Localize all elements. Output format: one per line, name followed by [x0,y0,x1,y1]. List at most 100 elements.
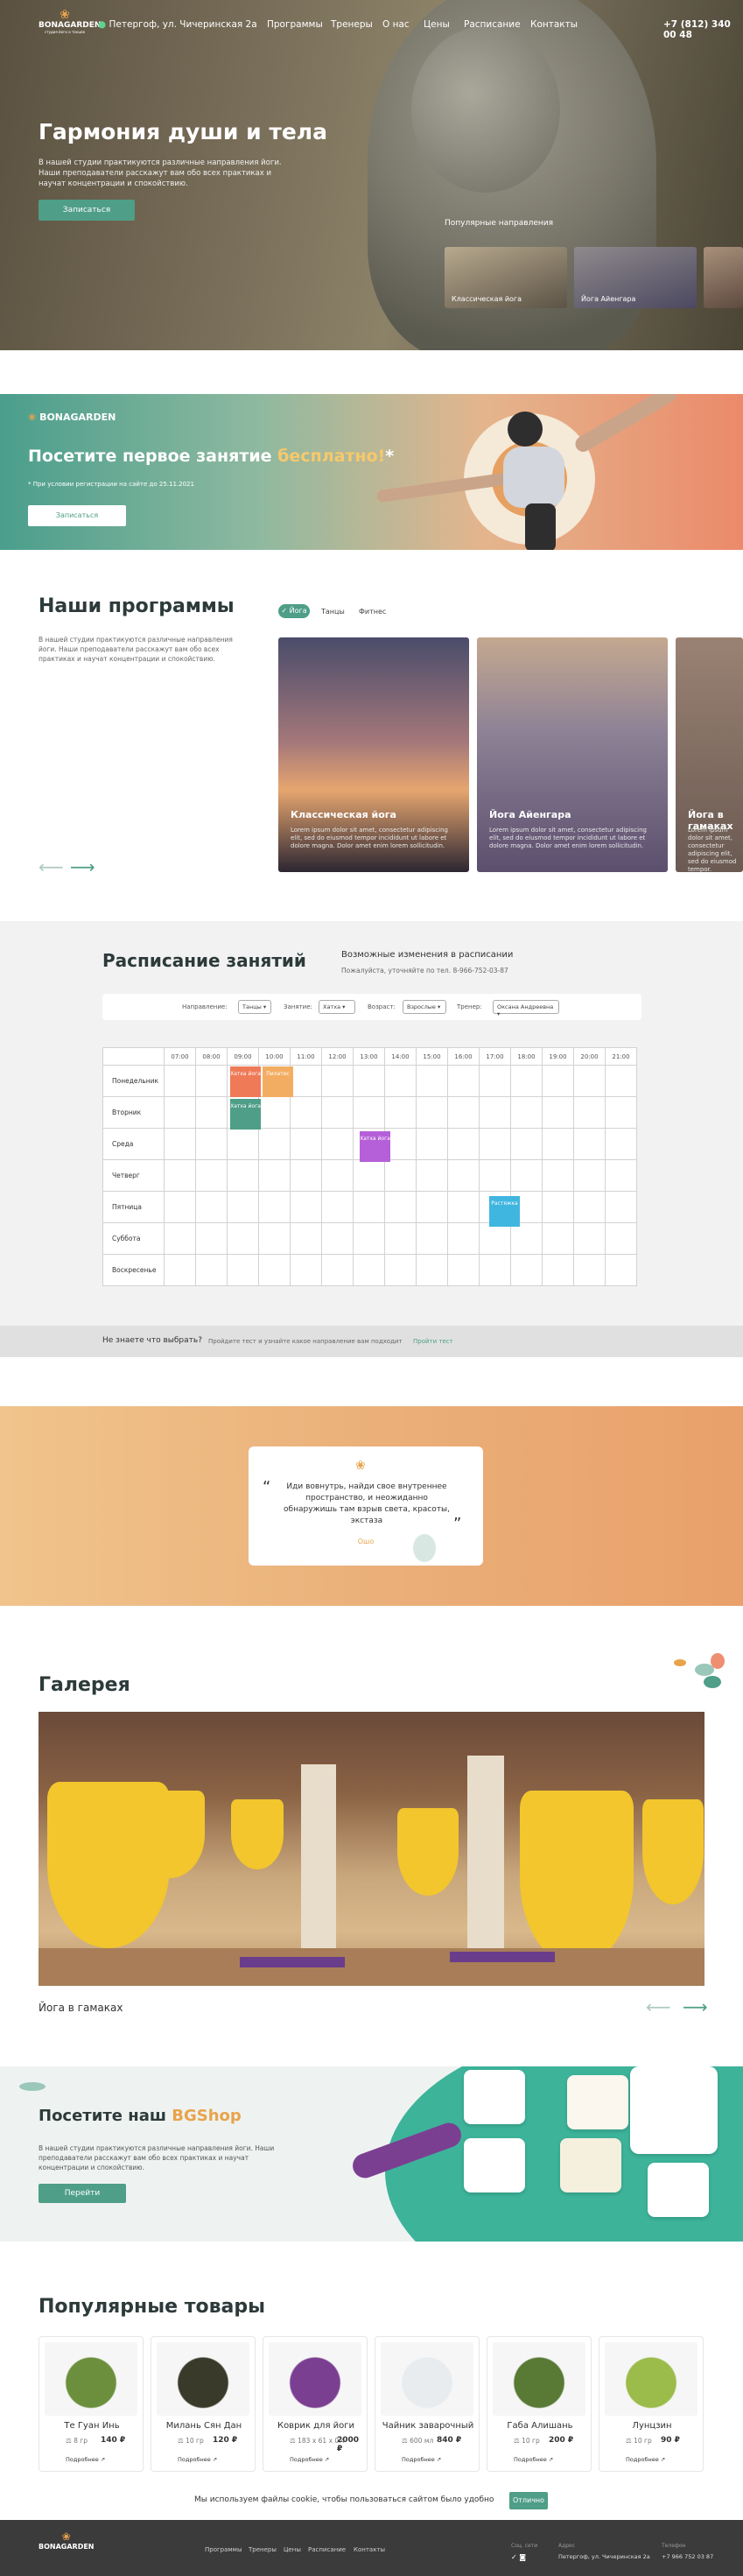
filter-age-select[interactable]: Взрослые ▾ [403,1000,446,1014]
schedule-cell[interactable] [416,1254,448,1286]
schedule-cell[interactable] [510,1254,543,1286]
schedule-cell[interactable] [384,1065,417,1097]
schedule-cell[interactable] [510,1096,543,1129]
schedule-cell[interactable] [479,1254,511,1286]
gallery-image[interactable] [39,1712,704,1986]
footer-logo[interactable]: ❀ BONAGARDEN [39,2530,95,2551]
filter-direction-select[interactable]: Танцы ▾ [238,1000,271,1014]
schedule-cell[interactable] [290,1159,322,1192]
vk-icon[interactable]: ✓ [511,2553,517,2561]
schedule-cell[interactable] [384,1159,417,1192]
schedule-cell[interactable] [573,1191,606,1223]
schedule-cell[interactable] [573,1222,606,1255]
schedule-cell[interactable] [258,1254,291,1286]
schedule-cell[interactable] [542,1254,574,1286]
cookie-accept-button[interactable]: Отлично [509,2492,548,2509]
nav-item-contacts[interactable]: Контакты [530,19,578,30]
schedule-cell[interactable] [290,1191,322,1223]
schedule-cell[interactable] [258,1159,291,1192]
schedule-event[interactable]: Растяжка [489,1196,520,1227]
schedule-cell[interactable] [195,1191,228,1223]
arrow-left-icon[interactable]: ⟵ [646,1996,671,2017]
popular-thumb-partial[interactable] [704,247,743,308]
schedule-cell[interactable] [227,1191,259,1223]
footer-link-trainers[interactable]: Тренеры [249,2546,277,2553]
schedule-cell[interactable] [321,1159,354,1192]
schedule-cell[interactable] [195,1254,228,1286]
footer-link-schedule[interactable]: Расписание [308,2546,346,2553]
schedule-cell[interactable] [353,1096,385,1129]
schedule-cell[interactable] [542,1222,574,1255]
arrow-right-icon[interactable]: ⟶ [70,856,95,877]
arrow-left-icon[interactable]: ⟵ [39,856,64,877]
program-card-hammock[interactable]: Йога в гамаках Lorem ipsum dolor sit ame… [676,637,743,872]
schedule-cell[interactable] [605,1096,637,1129]
schedule-cell[interactable] [258,1128,291,1160]
product-details-link[interactable]: Подробнее ↗ [402,2456,441,2463]
nav-item-schedule[interactable]: Расписание [464,19,521,30]
schedule-cell[interactable] [321,1254,354,1286]
schedule-cell[interactable] [321,1222,354,1255]
schedule-cell[interactable] [290,1254,322,1286]
schedule-event[interactable]: Пилатес [263,1066,293,1097]
schedule-cell[interactable] [384,1096,417,1129]
product-details-link[interactable]: Подробнее ↗ [66,2456,105,2463]
schedule-cell[interactable] [605,1222,637,1255]
schedule-cell[interactable] [510,1065,543,1097]
schedule-cell[interactable] [321,1128,354,1160]
schedule-cell[interactable] [321,1096,354,1129]
popular-thumb-iyengar[interactable]: Йога Айенгара [574,247,697,308]
schedule-cell[interactable] [605,1065,637,1097]
schedule-cell[interactable] [447,1254,480,1286]
tab-yoga[interactable]: ✓ Йога [278,604,310,618]
schedule-cell[interactable] [321,1191,354,1223]
schedule-cell[interactable] [353,1254,385,1286]
program-card-iyengar[interactable]: Йога Айенгара Lorem ipsum dolor sit amet… [477,637,668,872]
schedule-cell[interactable] [164,1128,196,1160]
schedule-cell[interactable] [416,1191,448,1223]
schedule-cell[interactable] [227,1254,259,1286]
product-details-link[interactable]: Подробнее ↗ [514,2456,553,2463]
nav-item-about[interactable]: О нас [382,19,410,30]
schedule-cell[interactable] [447,1128,480,1160]
nav-item-prices[interactable]: Цены [424,19,450,30]
arrow-right-icon[interactable]: ⟶ [683,1996,708,2017]
schedule-cell[interactable] [353,1222,385,1255]
schedule-cell[interactable] [542,1159,574,1192]
schedule-cell[interactable] [195,1159,228,1192]
footer-link-programs[interactable]: Программы [205,2546,242,2553]
schedule-cell[interactable] [227,1222,259,1255]
product-card[interactable]: Чайник заварочный ⚖ 600 мл 840 ₽ Подробнее … [375,2336,480,2472]
hero-signup-button[interactable]: Записаться [39,200,135,221]
filter-class-select[interactable]: Хатха ▾ [319,1000,355,1014]
schedule-cell[interactable] [416,1159,448,1192]
help-test-link[interactable]: Пройти тест [413,1338,453,1345]
schedule-cell[interactable] [573,1128,606,1160]
schedule-cell[interactable] [195,1096,228,1129]
schedule-cell[interactable] [573,1254,606,1286]
schedule-cell[interactable] [258,1222,291,1255]
program-card-classic[interactable]: Классическая йога Lorem ipsum dolor sit … [278,637,469,872]
schedule-cell[interactable] [447,1222,480,1255]
product-card[interactable]: Лунцзин ⚖ 10 гр 90 ₽ Подробнее ↗ [599,2336,704,2472]
schedule-event[interactable]: Хатха йога [230,1066,261,1097]
schedule-cell[interactable] [510,1128,543,1160]
schedule-cell[interactable] [605,1191,637,1223]
schedule-cell[interactable] [164,1254,196,1286]
schedule-cell[interactable] [573,1159,606,1192]
schedule-cell[interactable] [447,1096,480,1129]
schedule-cell[interactable] [447,1191,480,1223]
schedule-cell[interactable] [290,1222,322,1255]
product-details-link[interactable]: Подробнее ↗ [290,2456,329,2463]
schedule-cell[interactable] [605,1159,637,1192]
tab-fitness[interactable]: Фитнес [359,608,386,616]
product-card[interactable]: Милань Сян Дан ⚖ 10 гр 120 ₽ Подробнее ↗ [151,2336,256,2472]
schedule-cell[interactable] [542,1065,574,1097]
schedule-cell[interactable] [227,1159,259,1192]
schedule-cell[interactable] [258,1191,291,1223]
header-phone[interactable]: +7 (812) 340 00 48 [663,19,743,40]
schedule-cell[interactable] [447,1159,480,1192]
schedule-cell[interactable] [164,1191,196,1223]
schedule-cell[interactable] [479,1222,511,1255]
schedule-cell[interactable] [510,1222,543,1255]
